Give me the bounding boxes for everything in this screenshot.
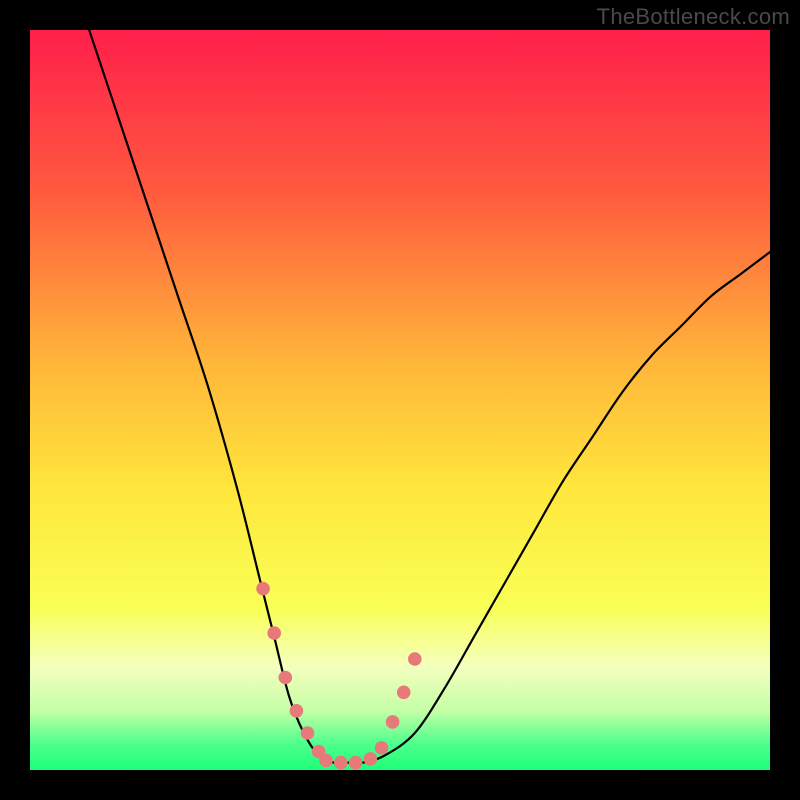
highlight-dot [290, 704, 304, 718]
highlight-dot [386, 715, 400, 729]
highlight-dot [256, 582, 270, 596]
highlight-dot [375, 741, 389, 755]
highlight-dot [349, 756, 363, 770]
highlight-dot [267, 626, 281, 640]
highlight-dot [279, 671, 293, 685]
highlight-dot [334, 756, 348, 770]
highlight-dot [408, 652, 422, 666]
gradient-background [30, 30, 770, 770]
highlight-dot [319, 754, 333, 768]
chart-frame: TheBottleneck.com [0, 0, 800, 800]
highlight-dot [364, 752, 378, 766]
highlight-dot [397, 686, 411, 700]
watermark-text: TheBottleneck.com [597, 4, 790, 30]
plot-area [30, 30, 770, 770]
highlight-dot [301, 726, 315, 740]
bottleneck-chart [30, 30, 770, 770]
